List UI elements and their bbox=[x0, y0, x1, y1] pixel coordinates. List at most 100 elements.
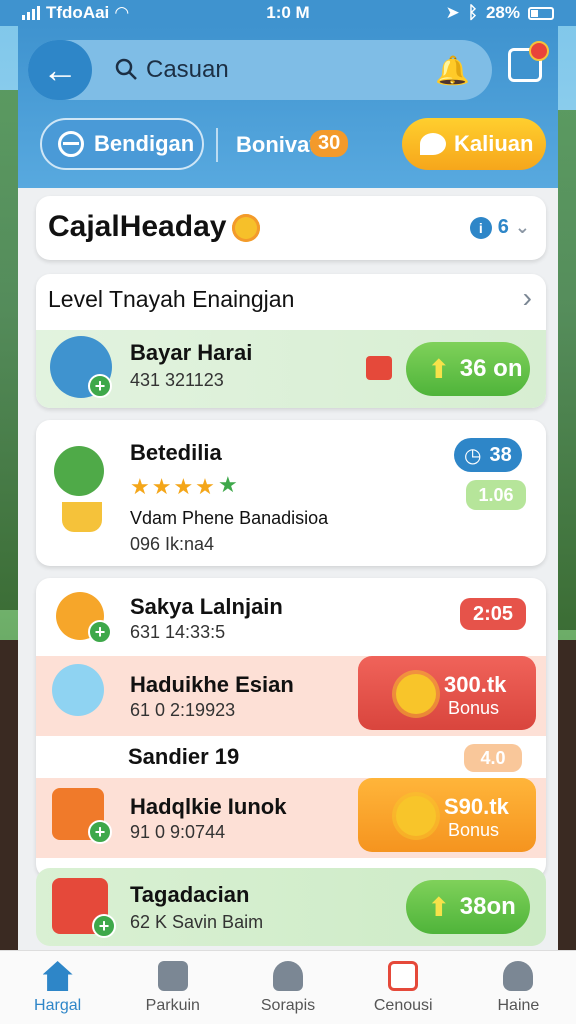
battery-icon bbox=[528, 6, 554, 20]
header: ← Casuan 🔔 Bendigan Bonivat 30 Kaliuan bbox=[18, 26, 558, 188]
join-button-label: 36 on bbox=[459, 355, 523, 382]
chat-bubble-icon bbox=[420, 133, 446, 155]
mug-icon bbox=[62, 502, 102, 532]
list-item[interactable]: + Hadqlkie Iunok 91 0 9:0744 S90.tk Bonu… bbox=[36, 778, 546, 858]
tab-package[interactable]: Parkuin bbox=[115, 951, 230, 1024]
timer-value: 38 bbox=[489, 443, 512, 466]
tab-camera[interactable]: Cenousi bbox=[346, 951, 461, 1024]
section-title: CajalHeaday bbox=[48, 210, 227, 243]
home-icon bbox=[42, 961, 73, 991]
item-subtitle: 62 K Savin Baim bbox=[130, 912, 264, 932]
bottom-tab-bar: Hargal Parkuin Sorapis Cenousi Haine bbox=[0, 950, 576, 1024]
item-title: Bayar Harai bbox=[130, 340, 253, 365]
package-icon bbox=[157, 961, 188, 991]
back-arrow-icon: ← bbox=[42, 49, 78, 90]
item-subtitle: 631 14:33:5 bbox=[130, 622, 226, 642]
list-group: Level Tnayah Enaingjan › + Bayar Harai 4… bbox=[36, 274, 546, 408]
list-item[interactable]: Sandier 19 4.0 bbox=[124, 736, 546, 778]
bonus-button[interactable]: 300.tk Bonus bbox=[358, 656, 536, 730]
section-dropdown[interactable]: i 6 ⌄ bbox=[469, 216, 530, 239]
list-item[interactable]: Betedilia ★★★★ ★ Vdam Phene Banadisioa 0… bbox=[36, 420, 546, 566]
gift-icon bbox=[366, 356, 392, 380]
info-icon: i bbox=[469, 216, 492, 239]
plus-icon: + bbox=[88, 374, 112, 398]
bonus-filter-label[interactable]: Bonivat bbox=[236, 132, 317, 158]
item-description: Vdam Phene Banadisioa bbox=[130, 508, 329, 528]
divider bbox=[216, 128, 218, 162]
character-avatar-icon bbox=[52, 664, 104, 716]
bonus-amount: 300.tk bbox=[444, 672, 507, 697]
search-bar[interactable]: ← Casuan 🔔 bbox=[28, 40, 492, 100]
person-icon bbox=[503, 961, 534, 991]
join-button-label: 38on bbox=[459, 893, 516, 920]
tab-home[interactable]: Hargal bbox=[0, 951, 115, 1024]
filter-chip-secondary-label: Kaliuan bbox=[454, 131, 534, 156]
filter-chip-primary[interactable]: Bendigan bbox=[40, 118, 204, 170]
item-subtitle: 61 0 2:19923 bbox=[130, 700, 236, 720]
clock-icon: ◷ bbox=[464, 444, 482, 467]
burst-icon bbox=[396, 674, 436, 714]
battery-percent: 28% bbox=[485, 3, 520, 22]
join-button[interactable]: ⬆ 36 on bbox=[406, 342, 530, 396]
bonus-amount: S90.tk bbox=[444, 794, 509, 819]
background-deck-right bbox=[558, 640, 576, 960]
globe-icon bbox=[58, 131, 84, 157]
value-badge: 4.0 bbox=[464, 744, 522, 772]
value-badge: 1.06 bbox=[466, 480, 526, 510]
character-avatar-icon bbox=[54, 446, 104, 496]
list-group: + Sakya Lalnjain 631 14:33:5 2:05 Haduik… bbox=[36, 578, 546, 878]
item-title: Betedilia bbox=[130, 440, 222, 465]
search-input[interactable]: Casuan bbox=[146, 56, 229, 84]
list-header: Level Tnayah Enaingjan bbox=[48, 286, 295, 312]
bonus-label: Bonus bbox=[448, 698, 500, 718]
section-count: 6 bbox=[497, 216, 509, 238]
sun-icon bbox=[232, 214, 260, 242]
plus-icon: + bbox=[88, 620, 112, 644]
tab-label: Sorapis bbox=[260, 997, 316, 1014]
list-item[interactable]: + Tagadacian 62 K Savin Baim ⬆ 38on bbox=[36, 868, 546, 946]
tab-label: Haine bbox=[497, 997, 540, 1014]
back-button[interactable]: ← bbox=[28, 40, 92, 100]
arrow-up-icon: ⬆ bbox=[428, 891, 450, 922]
location-icon: ➤ bbox=[445, 3, 460, 22]
arrow-up-icon: ⬆ bbox=[428, 353, 450, 384]
notification-icon[interactable] bbox=[508, 41, 549, 82]
list-item[interactable]: Haduikhe Esian 61 0 2:19923 300.tk Bonus bbox=[36, 656, 546, 736]
tab-label: Hargal bbox=[34, 997, 82, 1014]
app-screen: ← Casuan 🔔 Bendigan Bonivat 30 Kaliuan C… bbox=[18, 26, 558, 950]
section-header[interactable]: CajalHeaday i 6 ⌄ bbox=[36, 196, 546, 260]
tab-label: Parkuin bbox=[145, 997, 200, 1014]
time-badge: 2:05 bbox=[460, 598, 526, 630]
bonus-count-badge: 30 bbox=[310, 130, 349, 157]
tab-hat[interactable]: Sorapis bbox=[230, 951, 345, 1024]
chevron-right-icon[interactable]: › bbox=[523, 282, 532, 314]
hat-icon bbox=[273, 961, 303, 991]
filter-chip-primary-label: Bendigan bbox=[94, 131, 195, 156]
bonus-button[interactable]: S90.tk Bonus bbox=[358, 778, 536, 852]
item-subtitle: 91 0 9:0744 bbox=[130, 822, 226, 842]
bluetooth-icon: ᛒ bbox=[467, 3, 478, 22]
item-subtitle: 431 321123 bbox=[130, 370, 224, 390]
filter-chip-secondary[interactable]: Kaliuan bbox=[402, 118, 546, 170]
plus-icon: + bbox=[92, 914, 116, 938]
rating-stars: ★★★★ bbox=[130, 474, 217, 499]
item-title: Tagadacian bbox=[130, 882, 250, 907]
plus-icon: + bbox=[88, 820, 112, 844]
bell-icon[interactable]: 🔔 bbox=[435, 54, 470, 87]
item-title: Sandier 19 bbox=[128, 744, 240, 769]
timer-badge: ◷ 38 bbox=[454, 438, 522, 472]
chevron-down-icon: ⌄ bbox=[514, 217, 530, 237]
burst-icon bbox=[396, 796, 436, 836]
tab-profile[interactable]: Haine bbox=[461, 951, 576, 1024]
camera-icon bbox=[388, 961, 419, 991]
item-title: Haduikhe Esian bbox=[130, 672, 294, 697]
join-button[interactable]: ⬆ 38on bbox=[406, 880, 530, 934]
star-icon: ★ bbox=[218, 472, 238, 497]
item-title: Sakya Lalnjain bbox=[130, 594, 283, 619]
item-subtitle: 096 Ik:na4 bbox=[130, 534, 215, 554]
bonus-label: Bonus bbox=[448, 820, 500, 840]
search-icon bbox=[115, 58, 137, 80]
tab-label: Cenousi bbox=[373, 997, 433, 1014]
list-item[interactable]: + Bayar Harai 431 321123 ⬆ 36 on bbox=[36, 330, 546, 408]
status-bar: TfdoAai ◠ 1:0 M ➤ ᛒ 28% bbox=[0, 0, 576, 26]
